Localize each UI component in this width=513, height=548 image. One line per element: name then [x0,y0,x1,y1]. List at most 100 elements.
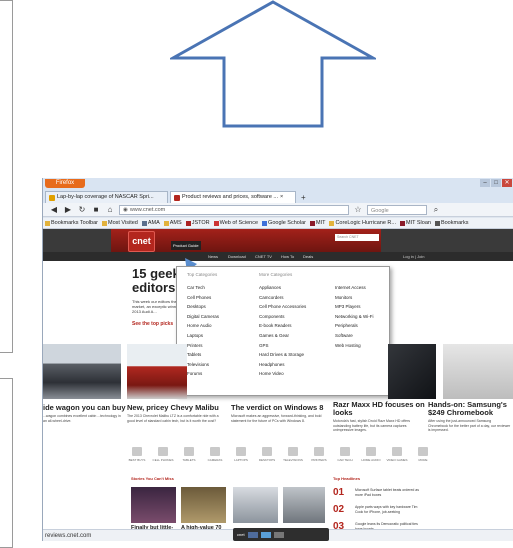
menu-item[interactable]: Games & Gear [259,331,306,341]
menu-item[interactable]: Components [259,312,306,322]
category-televisions[interactable]: TELEVISIONS [281,447,305,471]
article-title[interactable]: ide wagon you can buy [43,404,126,412]
menu-item[interactable]: Camcorders [259,293,306,303]
category-best-buys[interactable]: BEST BUYS [125,447,149,471]
category-car-tech[interactable]: CAR TECH [333,447,357,471]
tab-label: Product reviews and prices, software ... [182,194,278,200]
menu-item[interactable]: Laptops [187,331,219,341]
article-title[interactable]: looks [333,409,353,417]
menu-item[interactable]: Headphones [259,360,306,370]
stop-icon[interactable]: ■ [91,205,101,214]
facebook-icon[interactable] [247,531,258,538]
article-title[interactable]: The verdict on Windows 8 [231,404,323,412]
nav-download[interactable]: Download [228,252,246,261]
bookmark-item[interactable]: Most Visited [101,220,138,226]
navigation-bar: ◀ ▶ ↻ ■ ⌂ ◉ www.cnet.com ☆ Google ⌕ [43,203,513,217]
menu-item[interactable]: Printers [187,341,219,351]
story-image[interactable] [283,487,325,523]
bookmark-item[interactable]: Web of Science [213,220,258,226]
menu-item[interactable]: Appliances [259,283,306,293]
category-desktops[interactable]: DESKTOPS [255,447,279,471]
menu-item[interactable]: Digital Cameras [187,312,219,322]
bookmark-item[interactable]: Bookmarks [434,220,468,226]
menu-item[interactable]: Desktops [187,302,219,312]
menu-item[interactable]: MP3 Players [335,302,374,312]
menu-item[interactable]: E-book Readers [259,321,306,331]
category-home-audio[interactable]: HOME AUDIO [359,447,383,471]
story-image[interactable] [233,487,278,523]
menu-item[interactable]: Web Hosting [335,341,374,351]
cnet-search-input[interactable]: Search CNET [335,234,379,241]
article-title[interactable]: New, pricey Chevy Malibu [127,404,219,412]
twitter-icon[interactable] [260,531,271,538]
reload-icon[interactable]: ↻ [77,205,87,214]
bookmark-item[interactable]: AMS [163,220,182,226]
chromebook-image[interactable] [443,344,513,399]
category-laptops[interactable]: LAPTOPS [229,447,253,471]
category-cameras[interactable]: CAMERAS [203,447,227,471]
bookmark-item[interactable]: MIT Sloan [399,220,431,226]
new-tab-button[interactable]: + [298,192,309,203]
menu-item[interactable]: Televisions [187,360,219,370]
nav-how-to[interactable]: How To [281,252,294,261]
back-icon[interactable]: ◀ [49,205,59,214]
home-icon[interactable]: ⌂ [105,205,115,214]
bookmark-item[interactable]: Bookmarks Toolbar [45,220,98,226]
bookmark-item[interactable]: Google Scholar [262,220,306,226]
tab-nascar[interactable]: Lap-by-lap coverage of NASCAR Spri... [45,191,168,203]
laptop-icon [236,447,246,456]
menu-item[interactable]: Home Video [259,369,306,379]
nav-product-guide[interactable]: Product Guide [171,241,201,250]
favicon-icon [309,220,315,226]
bookmark-item[interactable]: CoreLogic Hurricane R... [329,220,396,226]
chevy-malibu-image[interactable] [127,344,187,399]
menu-item[interactable]: Cell Phones [187,293,219,303]
menu-item[interactable]: Forums [187,369,219,379]
windows-8-image[interactable] [388,344,436,399]
share-icon[interactable] [273,531,284,538]
category-printers[interactable]: PRINTERS [307,447,331,471]
category-cell-phones[interactable]: CELL PHONES [151,447,175,471]
url-bar[interactable]: ◉ www.cnet.com [119,204,349,215]
cnet-logo[interactable]: cnet [128,231,155,252]
login-link[interactable]: Log in | Join [403,252,425,261]
minimize-icon[interactable]: – [480,179,490,187]
menu-item[interactable]: Internet Access [335,283,374,293]
menu-item[interactable]: Tablets [187,350,219,360]
firefox-menu-button[interactable]: Firefox [45,179,85,188]
bookmark-item[interactable]: JSTOR [185,220,210,226]
headline-text[interactable]: Apple parts ways with key hardware Tim C… [355,505,425,514]
nav-cnet-tv[interactable]: CNET TV [255,252,272,261]
menu-item[interactable]: Software [335,331,374,341]
car-wagon-image[interactable] [43,344,121,399]
bookmark-item[interactable]: AMA [141,220,160,226]
maximize-icon[interactable]: □ [491,179,501,187]
article-title[interactable]: $249 Chromebook [428,409,493,417]
menu-item[interactable]: Cell Phone Accessories [259,302,306,312]
category-tablets[interactable]: TABLETS [177,447,201,471]
bookmark-star-icon[interactable]: ☆ [353,205,363,214]
menu-item[interactable]: GPS [259,341,306,351]
cnet-nav: Product Guide News Download CNET TV How … [43,241,513,261]
menu-item[interactable]: Peripherals [335,321,374,331]
tab-cnet[interactable]: Product reviews and prices, software ...… [170,191,296,203]
bookmark-item[interactable]: MIT [309,220,325,226]
search-icon[interactable]: ⌕ [431,205,441,215]
close-icon[interactable]: ✕ [502,179,512,187]
menu-item[interactable]: Car Tech [187,283,219,293]
menu-item[interactable]: Networking & Wi-Fi [335,312,374,322]
category-more[interactable]: MORE [411,447,435,471]
category-video-games[interactable]: VIDEO GAMES [385,447,409,471]
menu-item[interactable]: Hard Drives & Storage [259,350,306,360]
tab-close-icon[interactable]: × [280,192,283,203]
top-picks-link[interactable]: See the top picks [132,321,173,327]
nav-deals[interactable]: Deals [303,252,313,261]
story-image[interactable] [181,487,226,523]
menu-item[interactable]: Home Audio [187,321,219,331]
forward-icon[interactable]: ▶ [63,205,73,214]
toolbar-logo[interactable]: cnet [237,532,245,537]
search-input[interactable]: Google [367,204,427,215]
menu-item[interactable]: Monitors [335,293,374,303]
headline-text[interactable]: Microsoft Surface tablet beats ordered a… [355,488,425,497]
story-image[interactable] [131,487,176,523]
